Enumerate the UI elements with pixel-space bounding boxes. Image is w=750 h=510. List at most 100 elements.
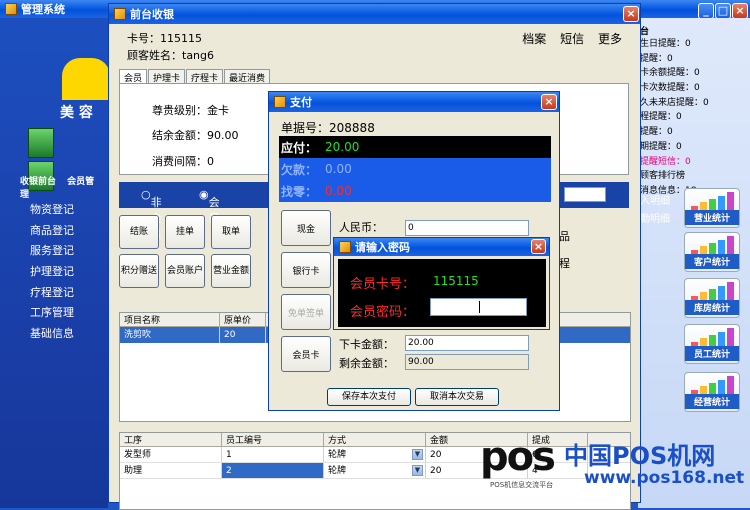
member-password-label: 会员密码： — [350, 305, 416, 320]
nav-item-basic-info[interactable]: 基础信息 — [30, 325, 74, 346]
nav-item-service[interactable]: 服务登记 — [30, 242, 74, 263]
minimize-icon[interactable]: _ — [698, 3, 714, 19]
balance-value: 90.00 — [207, 129, 239, 142]
reminder-item[interactable]: 提醒：0 — [638, 124, 750, 139]
bill-no-value: 208888 — [329, 121, 375, 135]
col-method: 方式 — [324, 433, 426, 446]
method-select[interactable]: 轮牌 ▼ — [324, 463, 426, 478]
detail-link-income[interactable]: 入明细 — [638, 192, 670, 210]
reminder-item[interactable]: 顾客排行榜 — [638, 168, 750, 183]
free-sign-button[interactable]: 免单签单 — [281, 294, 331, 330]
reminder-list: 生日提醒：0 提醒：0 卡余额提醒：0 卡次数提醒：0 久未来店提醒：0 程提醒… — [638, 36, 750, 198]
col-staff-no: 员工编号 — [222, 433, 324, 446]
stat-button-storage[interactable]: 库房统计 — [684, 278, 740, 318]
shortcut-cashier[interactable]: 收银前台 — [20, 177, 56, 187]
member-account-button[interactable]: 会员账户 — [165, 254, 205, 288]
rmb-label: 人民币： — [339, 221, 383, 234]
cashier-title-bar[interactable]: 前台收银 × — [109, 4, 640, 24]
col-item-name: 项目名称 — [120, 313, 220, 326]
stat-button-customer[interactable]: 客户统计 — [684, 232, 740, 272]
stat-button-staff[interactable]: 员工统计 — [684, 324, 740, 364]
reminder-item[interactable]: 生日提醒：0 — [638, 36, 750, 51]
nav-item-care[interactable]: 护理登记 — [30, 263, 74, 284]
close-icon[interactable]: × — [623, 6, 639, 22]
cancel-transaction-button[interactable]: 取消本次交易 — [415, 388, 499, 406]
nav-item-goods[interactable]: 商品登记 — [30, 222, 74, 243]
nav-item-course[interactable]: 疗程登记 — [30, 284, 74, 305]
detail-link-attendance[interactable]: 勤明细 — [638, 210, 670, 228]
table-row[interactable]: 助理 2 轮牌 ▼ 20 4 — [120, 463, 630, 479]
reminder-item[interactable]: 提醒短信：0 — [638, 154, 750, 169]
amount-change-row: 找零： 0.00 — [279, 180, 551, 202]
method-select[interactable]: 轮牌 ▼ — [324, 447, 426, 462]
card-amount-label: 下卡金额： — [339, 338, 394, 351]
password-body: 会员卡号： 115115 会员密码： — [338, 259, 546, 327]
rank-label: 尊贵级别： — [152, 104, 207, 117]
stat-button-business[interactable]: 营业统计 — [684, 188, 740, 228]
logo-text: 美 容 — [60, 105, 93, 121]
maximize-icon[interactable]: □ — [715, 3, 731, 19]
reminder-item[interactable]: 期提醒：0 — [638, 139, 750, 154]
reminder-item[interactable]: 提醒：0 — [638, 51, 750, 66]
member-card-button[interactable]: 会员卡 — [281, 336, 331, 372]
reminder-item[interactable]: 卡余额提醒：0 — [638, 65, 750, 80]
window-icon — [274, 96, 286, 108]
detail-links: 入明细 勤明细 — [638, 192, 670, 228]
remain-field: 90.00 — [405, 354, 529, 370]
password-input[interactable] — [430, 298, 527, 316]
customer-info: 卡号：115115 顾客姓名：tang6 — [127, 30, 214, 64]
rank-value: 金卡 — [207, 104, 229, 117]
retrieve-order-button[interactable]: 取单 — [211, 215, 251, 249]
cashier-icon[interactable] — [28, 128, 54, 158]
app-icon — [5, 3, 17, 15]
hold-order-button[interactable]: 挂单 — [165, 215, 205, 249]
business-amount-button[interactable]: 营业金额 — [211, 254, 251, 288]
password-title-bar[interactable]: 请输入密码 × — [334, 238, 549, 256]
col-unit-price: 原单价 — [220, 313, 266, 326]
rmb-input[interactable]: 0 — [405, 220, 529, 236]
amount-summary: 应付： 20.00 欠款： 0.00 找零： 0.00 — [279, 136, 551, 202]
link-sms[interactable]: 短信 — [560, 32, 584, 46]
card-amount-input[interactable]: 20.00 — [405, 335, 529, 351]
link-profile[interactable]: 档案 — [522, 32, 546, 46]
reminder-item[interactable]: 久未来店提醒：0 — [638, 95, 750, 110]
side-label: 程 — [559, 257, 570, 270]
reminder-head: 台 — [640, 27, 650, 37]
chevron-down-icon[interactable]: ▼ — [412, 465, 423, 476]
window-icon — [114, 8, 126, 20]
table-row[interactable]: 发型师 1 轮牌 ▼ 20 6 — [120, 447, 630, 463]
reminder-item[interactable]: 卡次数提醒：0 — [638, 80, 750, 95]
payment-title-bar[interactable]: 支付 × — [269, 92, 559, 112]
points-gift-button[interactable]: 积分赠送 — [119, 254, 159, 288]
member-card-value: 115115 — [433, 274, 479, 288]
search-input[interactable] — [564, 187, 606, 202]
close-icon[interactable]: × — [541, 94, 557, 110]
nav-item-process[interactable]: 工序管理 — [30, 304, 74, 325]
logo — [62, 58, 110, 100]
card-no-value: 115115 — [160, 32, 202, 45]
close-icon[interactable]: × — [732, 3, 748, 19]
side-label: 品 — [559, 230, 570, 243]
amount-owe: 0.00 — [325, 162, 352, 176]
radio-member[interactable]: ◉ 会员 — [199, 188, 220, 225]
stat-button-operation[interactable]: 经营统计 — [684, 372, 740, 412]
nav-item-supplies[interactable]: 物资登记 — [30, 201, 74, 222]
close-icon[interactable]: × — [531, 239, 546, 254]
amount-owe-row: 欠款： 0.00 — [279, 158, 551, 180]
payment-title: 支付 — [290, 96, 312, 109]
member-card-label: 会员卡号： — [350, 277, 416, 292]
radio-nonmember[interactable]: ○ 非会员 — [141, 188, 162, 241]
save-payment-button[interactable]: 保存本次支付 — [327, 388, 411, 406]
bank-card-button[interactable]: 银行卡 — [281, 252, 331, 288]
reminder-item[interactable]: 程提醒：0 — [638, 109, 750, 124]
cash-button[interactable]: 现金 — [281, 210, 331, 246]
col-amount: 金额 — [426, 433, 528, 446]
shortcut-labels: 收银前台 会员管理 — [20, 174, 108, 200]
logo-icons — [28, 128, 108, 191]
password-dialog: 请输入密码 × 会员卡号： 115115 会员密码： — [333, 237, 550, 330]
chevron-down-icon[interactable]: ▼ — [412, 449, 423, 460]
amount-due-row: 应付： 20.00 — [279, 136, 551, 158]
checkout-button[interactable]: 结账 — [119, 215, 159, 249]
col-commission: 提成 — [528, 433, 588, 446]
link-more[interactable]: 更多 — [598, 32, 622, 46]
